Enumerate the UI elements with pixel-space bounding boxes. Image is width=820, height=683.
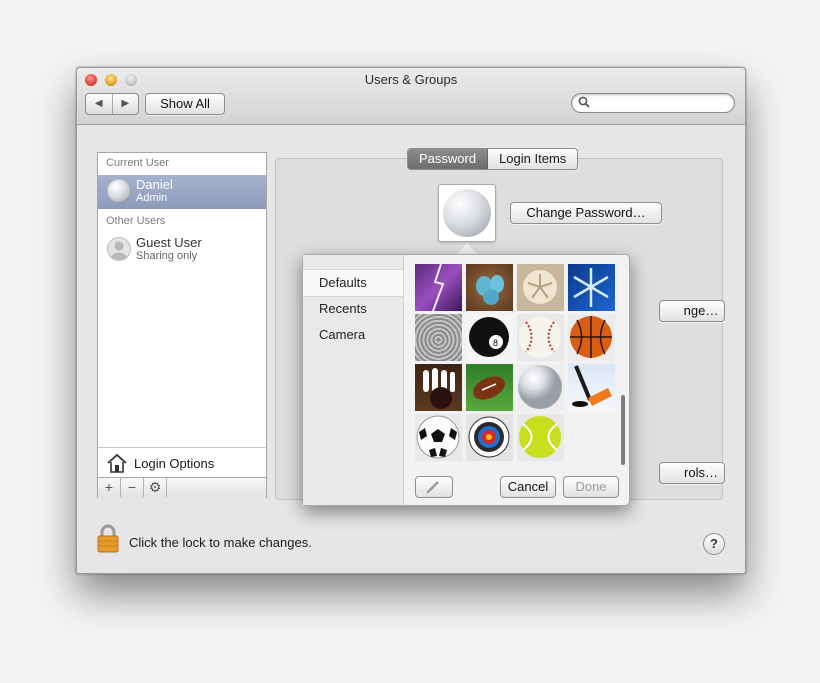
picker-category-list: Defaults Recents Camera bbox=[303, 255, 404, 505]
user-name: Guest User bbox=[136, 235, 202, 250]
svg-text:8: 8 bbox=[493, 338, 498, 348]
guest-avatar-icon bbox=[107, 237, 131, 261]
users-sidebar: Current User Daniel Admin Other Users Gu… bbox=[97, 152, 267, 498]
current-user-header: Current User bbox=[106, 157, 169, 169]
picker-scrollbar[interactable] bbox=[621, 395, 625, 465]
pencil-icon bbox=[426, 481, 439, 494]
edit-picture-button[interactable] bbox=[415, 476, 453, 498]
lock-message: Click the lock to make changes. bbox=[129, 535, 312, 550]
tab-login-items[interactable]: Login Items bbox=[488, 149, 578, 169]
forward-button[interactable]: ▶ bbox=[111, 94, 139, 114]
picture-bowling[interactable] bbox=[415, 364, 462, 411]
user-role: Admin bbox=[136, 192, 168, 204]
picture-lightning[interactable] bbox=[415, 264, 462, 311]
title-bar: Users & Groups ◀ ▶ Show All bbox=[77, 68, 745, 125]
add-user-button[interactable]: + bbox=[98, 478, 121, 497]
picture-target[interactable] bbox=[466, 414, 513, 461]
picture-soccer-ball[interactable] bbox=[415, 414, 462, 461]
category-recents[interactable]: Recents bbox=[319, 301, 367, 316]
user-row-daniel[interactable]: Daniel Admin bbox=[98, 175, 266, 209]
sidebar-button-bar: + − ⚙ bbox=[98, 477, 266, 498]
picture-sand-dollar[interactable] bbox=[517, 264, 564, 311]
change-password-button[interactable]: Change Password… bbox=[510, 202, 662, 224]
back-button[interactable]: ◀ bbox=[86, 94, 112, 114]
parental-controls-label: rols… bbox=[684, 465, 718, 480]
picture-basketball[interactable] bbox=[568, 314, 615, 361]
remove-user-button[interactable]: − bbox=[121, 478, 144, 497]
window-title: Users & Groups bbox=[364, 72, 458, 87]
user-name: Daniel bbox=[136, 177, 173, 192]
back-forward-control: ◀ ▶ bbox=[85, 93, 139, 115]
user-role: Sharing only bbox=[136, 250, 198, 262]
gear-icon[interactable]: ⚙ bbox=[144, 478, 167, 497]
picture-football[interactable] bbox=[466, 364, 513, 411]
help-button[interactable]: ? bbox=[703, 533, 725, 555]
change-button[interactable]: nge… bbox=[659, 300, 725, 322]
category-camera[interactable]: Camera bbox=[319, 327, 365, 342]
picture-baseball[interactable] bbox=[517, 314, 564, 361]
picture-grid: 8 bbox=[415, 264, 619, 465]
picture-eggs[interactable] bbox=[466, 264, 513, 311]
house-icon bbox=[107, 453, 127, 473]
user-picture-well[interactable] bbox=[438, 184, 496, 242]
search-icon bbox=[578, 96, 590, 108]
picture-zen-stones[interactable] bbox=[415, 314, 462, 361]
picture-8-ball[interactable]: 8 bbox=[466, 314, 513, 361]
login-options-label: Login Options bbox=[134, 456, 215, 471]
change-button-label: nge… bbox=[683, 303, 719, 318]
picture-picker-popover: Defaults Recents Camera 8 Cancel Done bbox=[302, 254, 630, 506]
golf-ball-picture bbox=[443, 189, 491, 237]
tab-bar: Password Login Items bbox=[407, 148, 579, 170]
picture-snowflake[interactable] bbox=[568, 264, 615, 311]
user-row-guest[interactable]: Guest User Sharing only bbox=[98, 233, 266, 267]
avatar bbox=[107, 179, 131, 203]
tab-password[interactable]: Password bbox=[408, 149, 489, 169]
category-defaults[interactable]: Defaults bbox=[319, 275, 367, 290]
picture-tennis-ball[interactable] bbox=[517, 414, 564, 461]
picture-hockey[interactable] bbox=[568, 364, 615, 411]
lock-icon[interactable] bbox=[95, 523, 121, 553]
login-options-row[interactable]: Login Options bbox=[98, 447, 266, 478]
cancel-button[interactable]: Cancel bbox=[500, 476, 556, 498]
show-all-button[interactable]: Show All bbox=[145, 93, 225, 115]
other-users-header: Other Users bbox=[106, 215, 166, 227]
done-button[interactable]: Done bbox=[563, 476, 619, 498]
parental-controls-button[interactable]: rols… bbox=[659, 462, 725, 484]
picture-golf-ball[interactable] bbox=[517, 364, 564, 411]
search-input[interactable] bbox=[592, 95, 726, 111]
search-field[interactable] bbox=[571, 93, 735, 113]
